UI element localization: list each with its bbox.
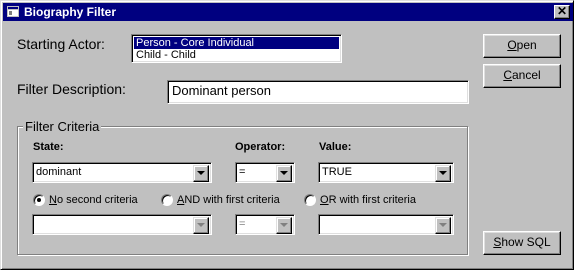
value-value: TRUE [322,166,352,178]
filter-description-input[interactable]: Dominant person [167,80,469,104]
chevron-down-icon[interactable] [193,165,209,182]
close-icon: ✕ [556,4,568,18]
state-dropdown[interactable]: dominant [32,162,212,183]
filter-criteria-title: Filter Criteria [23,119,102,134]
window-app-icon [7,6,19,17]
operator-dropdown[interactable]: = [235,162,295,183]
no-second-mnemonic: N [49,194,57,206]
radio-label-no-second[interactable]: No second criteria [49,194,138,206]
second-operator-dropdown[interactable]: = [235,214,295,235]
value-dropdown[interactable]: TRUE [318,162,454,183]
operator-label: Operator: [235,141,286,153]
chevron-down-icon[interactable] [435,165,451,182]
second-state-dropdown[interactable] [32,214,212,235]
second-value-dropdown[interactable] [318,214,454,235]
radio-selected-dot [37,198,41,202]
open-mnemonic: O [507,38,517,52]
starting-actor-label: Starting Actor: [17,36,105,52]
second-operator-value: = [239,218,246,230]
radio-no-second-criteria[interactable] [33,194,45,206]
state-value: dominant [36,166,82,178]
starting-actor-listbox[interactable]: Person - Core Individual Child - Child [131,34,342,63]
state-label: State: [33,141,64,153]
chevron-down-icon[interactable] [193,217,209,234]
chevron-down-icon[interactable] [276,165,292,182]
cancel-label-rest: ancel [511,68,541,82]
chevron-down-icon[interactable] [435,217,451,234]
radio-label-or[interactable]: OR with first criteria [320,194,416,206]
show-sql-button[interactable]: Show SQL [483,231,561,255]
or-mnemonic: O [320,194,329,206]
close-button[interactable]: ✕ [554,5,570,19]
cancel-mnemonic: C [503,68,512,82]
radio-and-with-first[interactable] [161,194,173,206]
list-item[interactable]: Person - Core Individual [134,37,339,49]
biography-filter-dialog: Biography Filter ✕ Starting Actor: Perso… [0,0,574,270]
value-label: Value: [319,141,352,153]
show-sql-label-rest: how SQL [501,235,551,249]
chevron-down-icon[interactable] [276,217,292,234]
radio-or-with-first[interactable] [304,194,316,206]
no-second-label-rest: o second criteria [56,194,138,206]
or-label-rest: R with first criteria [328,194,416,206]
title-bar: Biography Filter ✕ [3,3,573,21]
open-label-rest: pen [516,38,537,52]
radio-label-and[interactable]: AND with first criteria [177,194,280,206]
list-item[interactable]: Child - Child [134,49,339,61]
operator-value: = [239,166,246,178]
and-label-rest: ND with first criteria [184,194,280,206]
filter-description-label: Filter Description: [17,81,126,97]
cancel-button[interactable]: Cancel [483,64,561,88]
window-title: Biography Filter [24,5,117,19]
open-button[interactable]: Open [483,34,561,58]
